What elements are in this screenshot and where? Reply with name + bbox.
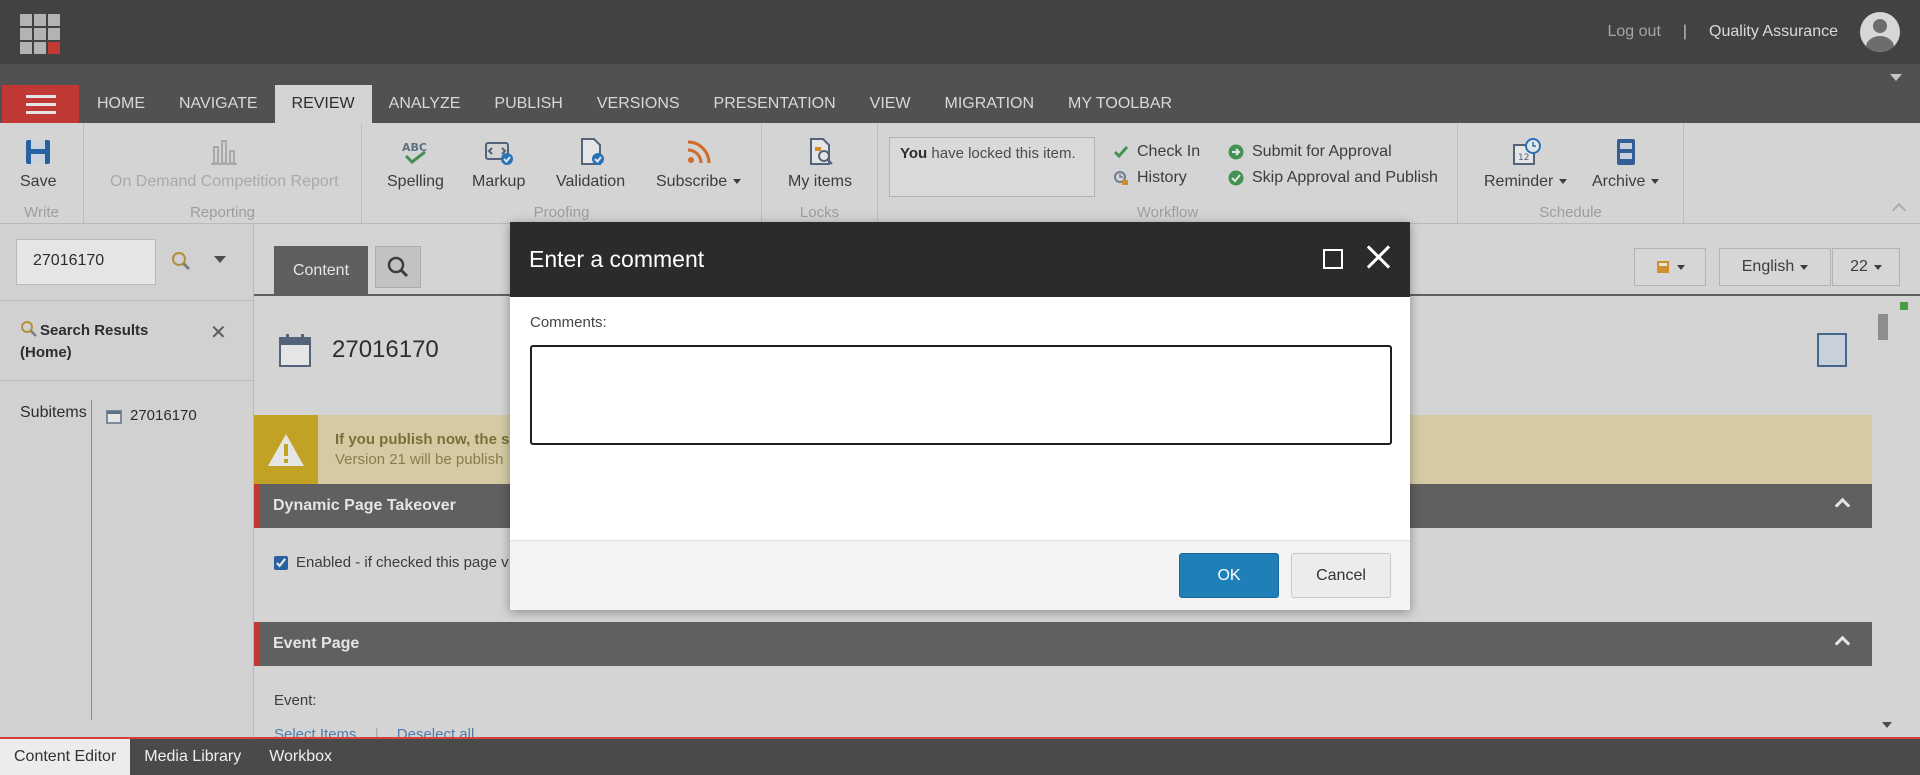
- cancel-button[interactable]: Cancel: [1291, 553, 1391, 598]
- tab-content-editor[interactable]: Content Editor: [0, 739, 131, 775]
- ok-button[interactable]: OK: [1179, 553, 1279, 598]
- close-icon[interactable]: [1365, 244, 1391, 270]
- tab-workbox[interactable]: Workbox: [255, 739, 346, 775]
- comment-dialog: Enter a comment Comments: OK Cancel: [510, 222, 1410, 610]
- dialog-footer: OK Cancel: [510, 540, 1410, 610]
- maximize-icon[interactable]: [1323, 249, 1343, 269]
- dialog-header: Enter a comment: [510, 222, 1410, 297]
- dialog-title: Enter a comment: [529, 246, 705, 272]
- comment-textarea[interactable]: [530, 345, 1392, 445]
- bottom-tabs: Content Editor Media Library Workbox: [0, 737, 1920, 775]
- comments-label: Comments:: [530, 314, 607, 331]
- tab-media-library[interactable]: Media Library: [130, 739, 255, 775]
